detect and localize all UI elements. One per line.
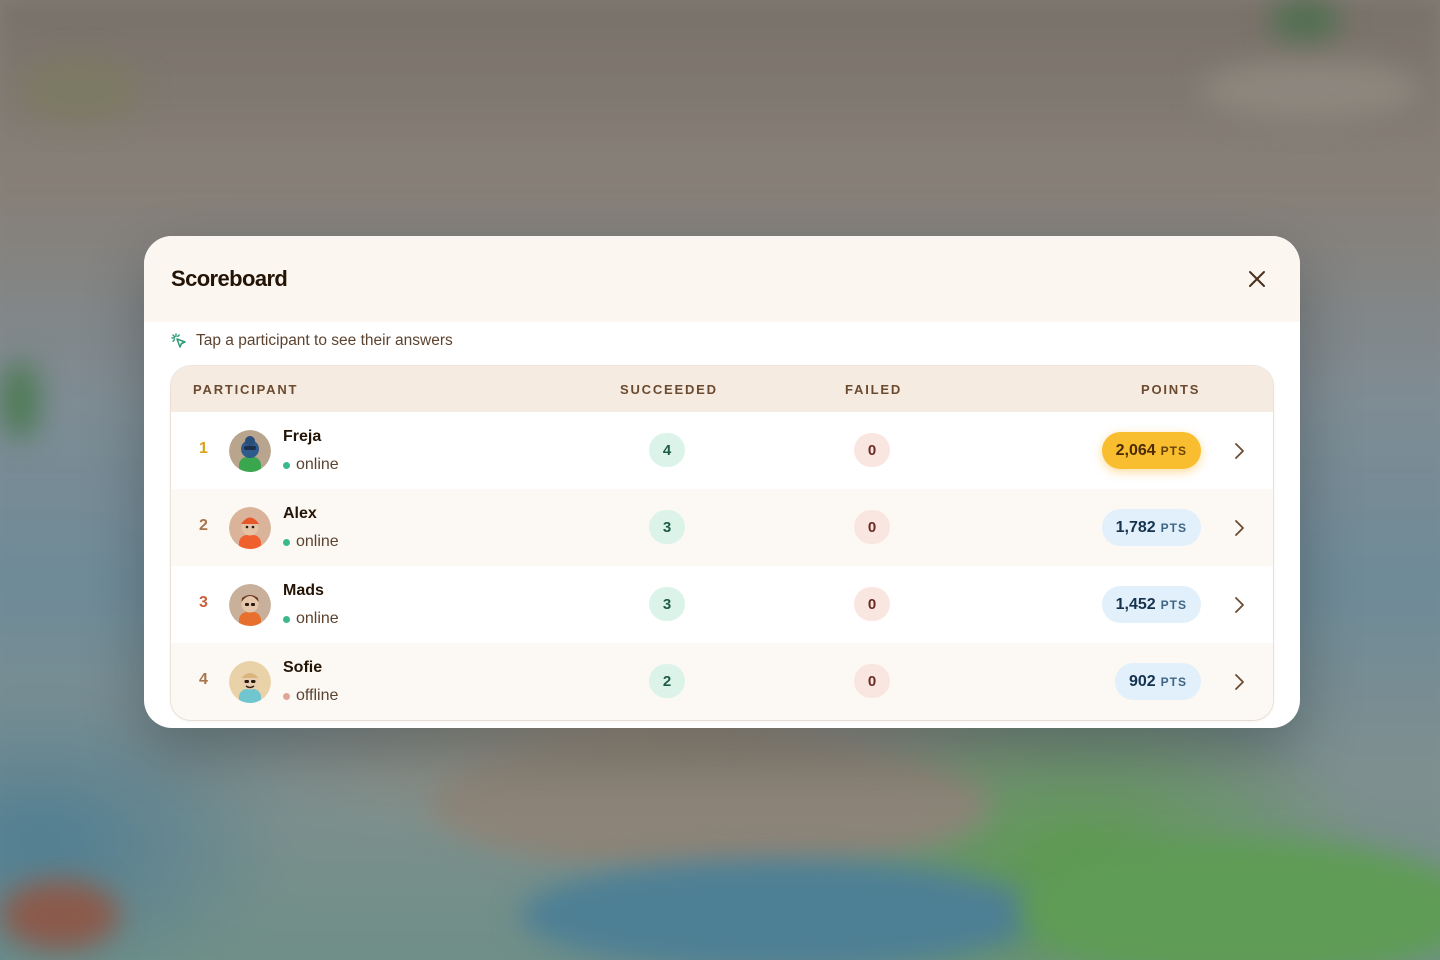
scoreboard-table: PARTICIPANT SUCCEEDED FAILED POINTS 1 Fr… bbox=[171, 366, 1273, 720]
status-text: online bbox=[296, 456, 339, 473]
participant-name: Freja bbox=[283, 428, 322, 445]
participant-row-alex[interactable]: 2 Alex online 3 0 1,782 PTS bbox=[171, 489, 1273, 566]
avatar bbox=[229, 584, 271, 626]
header-failed: FAILED bbox=[845, 382, 903, 397]
points-value: 902 bbox=[1128, 672, 1156, 690]
succeeded-count: 2 bbox=[649, 664, 685, 698]
header-participant: PARTICIPANT bbox=[193, 382, 299, 397]
status-text: online bbox=[296, 533, 339, 550]
participant-name: Alex bbox=[283, 505, 317, 522]
points-value: 1,452 bbox=[1115, 595, 1156, 613]
rank: 2 bbox=[199, 517, 208, 534]
avatar bbox=[229, 430, 271, 472]
points-unit: PTS bbox=[1160, 597, 1187, 612]
points-unit: PTS bbox=[1160, 443, 1187, 458]
status-dot bbox=[283, 461, 290, 469]
failed-count: 0 bbox=[854, 664, 890, 698]
failed-count: 0 bbox=[854, 587, 890, 621]
participant-name: Mads bbox=[283, 582, 324, 599]
succeeded-count: 4 bbox=[649, 433, 685, 467]
modal-title: Scoreboard bbox=[171, 266, 288, 291]
avatar bbox=[229, 661, 271, 703]
status: offline bbox=[283, 687, 338, 705]
points-value: 1,782 bbox=[1115, 518, 1156, 536]
status-dot bbox=[283, 692, 290, 700]
tap-sparkle-icon bbox=[171, 332, 188, 350]
succeeded-count: 3 bbox=[649, 587, 685, 621]
status-dot bbox=[283, 615, 290, 623]
points-unit: PTS bbox=[1160, 520, 1187, 535]
hint-text: Tap a participant to see their answers bbox=[196, 332, 453, 349]
participant-name: Sofie bbox=[283, 659, 323, 676]
modal-header: Scoreboard bbox=[144, 236, 1300, 322]
close-button[interactable] bbox=[1242, 264, 1272, 294]
status: online bbox=[283, 533, 339, 551]
failed-count: 0 bbox=[854, 510, 890, 544]
chevron-right-icon[interactable] bbox=[1229, 672, 1249, 692]
chevron-right-icon[interactable] bbox=[1229, 441, 1249, 461]
scoreboard-modal: Scoreboard Tap a participant to see thei… bbox=[144, 236, 1300, 728]
points-unit: PTS bbox=[1160, 674, 1187, 689]
status-dot bbox=[283, 538, 290, 546]
header-points: POINTS bbox=[1141, 382, 1201, 397]
points-badge: 1,782 PTS bbox=[1101, 509, 1201, 546]
header-succeeded: SUCCEEDED bbox=[620, 382, 718, 397]
status: online bbox=[283, 610, 339, 628]
status-text: online bbox=[296, 610, 339, 627]
participant-row-sofie[interactable]: 4 Sofie offline 2 0 902 PTS bbox=[171, 643, 1273, 720]
failed-count: 0 bbox=[854, 433, 890, 467]
close-icon bbox=[1249, 271, 1265, 287]
participant-row-mads[interactable]: 3 Mads online 3 0 1,452 PTS bbox=[171, 566, 1273, 643]
points-badge: 902 PTS bbox=[1114, 663, 1201, 700]
succeeded-count: 3 bbox=[649, 510, 685, 544]
hint: Tap a participant to see their answers bbox=[171, 332, 453, 350]
points-value: 2,064 bbox=[1115, 441, 1156, 459]
rank: 3 bbox=[199, 594, 208, 611]
status-text: offline bbox=[296, 687, 339, 704]
rank: 1 bbox=[199, 440, 208, 457]
table-header: PARTICIPANT SUCCEEDED FAILED POINTS bbox=[171, 366, 1273, 412]
chevron-right-icon[interactable] bbox=[1229, 518, 1249, 538]
points-badge: 1,452 PTS bbox=[1101, 586, 1201, 623]
rank: 4 bbox=[199, 671, 208, 688]
points-badge: 2,064 PTS bbox=[1101, 432, 1201, 469]
status: online bbox=[283, 456, 339, 474]
chevron-right-icon[interactable] bbox=[1229, 595, 1249, 615]
participant-row-freja[interactable]: 1 Freja online 4 0 2,064 PTS bbox=[171, 412, 1273, 489]
avatar bbox=[229, 507, 271, 549]
